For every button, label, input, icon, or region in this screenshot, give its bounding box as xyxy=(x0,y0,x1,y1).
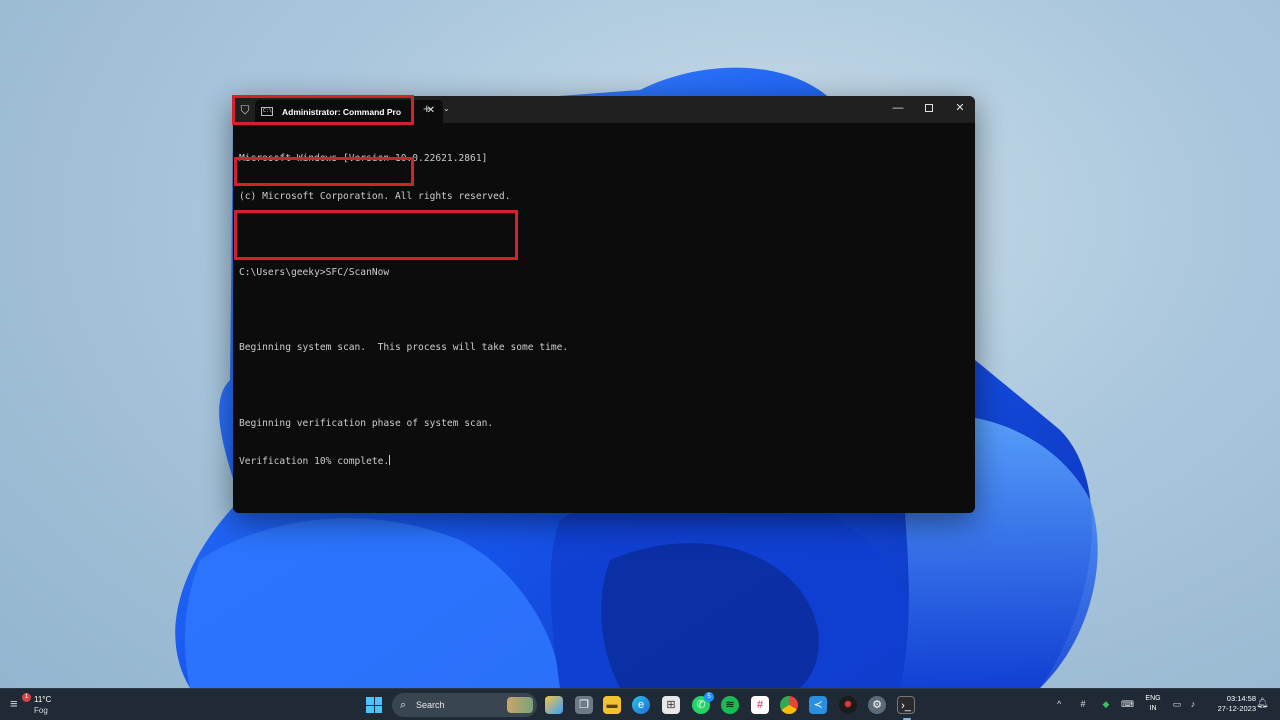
search-icon: ⌕ xyxy=(400,699,407,711)
clock-date: 27-12-2023 xyxy=(1217,704,1256,713)
taskbar: ≡ 1 11°C Fog ⌕ Search ❐ ▬ e ⊞ ✆ 5 ≋ # ≺ ✹… xyxy=(0,688,1280,720)
tab-dropdown-button[interactable]: ⌄ xyxy=(443,103,450,115)
console-line: (c) Microsoft Corporation. All rights re… xyxy=(239,190,511,202)
vscode-icon[interactable]: ≺ xyxy=(809,696,827,714)
terminal-icon[interactable]: ›_ xyxy=(897,696,915,720)
region-code: IN xyxy=(1149,705,1157,712)
store-icon[interactable]: ⊞ xyxy=(662,696,680,714)
minimize-button[interactable]: — xyxy=(891,101,905,115)
volume-icon[interactable]: ♪ xyxy=(1187,698,1199,710)
task-view-icon[interactable]: ❐ xyxy=(575,696,593,714)
chrome-icon[interactable] xyxy=(780,696,798,714)
copilot-icon[interactable] xyxy=(545,696,563,714)
weather-condition: Fog xyxy=(34,706,48,715)
notification-bell-icon[interactable]: 🔔︎ xyxy=(1256,697,1269,711)
spotify-icon[interactable]: ≋ xyxy=(721,696,739,714)
maximize-button[interactable] xyxy=(922,101,936,115)
settings-icon[interactable]: ⚙ xyxy=(868,696,886,714)
highlight-box-verification xyxy=(234,210,518,260)
highlight-box-command xyxy=(234,157,414,186)
console-line: C:\Users\geeky>SFC/ScanNow xyxy=(239,266,390,278)
start-button[interactable] xyxy=(366,697,382,713)
network-icon[interactable]: ▭ xyxy=(1171,698,1183,710)
slack-icon[interactable]: # xyxy=(751,696,769,714)
weather-badge: 1 xyxy=(22,693,31,702)
whatsapp-badge: 5 xyxy=(704,692,714,702)
antivirus-icon[interactable]: ✹ xyxy=(839,696,857,714)
edge-icon[interactable]: e xyxy=(632,696,650,714)
file-explorer-icon[interactable]: ▬ xyxy=(603,696,621,714)
taskbar-search[interactable]: ⌕ Search xyxy=(392,693,537,717)
language-indicator[interactable]: ENG IN xyxy=(1143,694,1163,714)
lang-code: ENG xyxy=(1145,695,1161,702)
maximize-icon xyxy=(925,104,933,112)
weather-temp: 11°C xyxy=(34,695,52,704)
console-line: Verification 10% complete. xyxy=(239,456,390,468)
chevron-up-icon[interactable]: ^ xyxy=(1057,698,1061,710)
search-highlight-image xyxy=(507,697,533,713)
close-window-button[interactable]: ✕ xyxy=(953,101,967,115)
weather-widget[interactable]: ≡ 1 11°C Fog xyxy=(10,693,70,717)
search-label: Search xyxy=(416,700,445,710)
clock-time: 03:14:58 xyxy=(1226,694,1256,703)
new-tab-button[interactable]: + xyxy=(423,102,431,116)
keyboard-icon[interactable]: ⌨ xyxy=(1121,698,1134,710)
console-line: Beginning system scan. This process will… xyxy=(239,342,569,354)
console-line-progress: Verification 10% complete. xyxy=(239,455,969,469)
console-line: Beginning verification phase of system s… xyxy=(239,417,494,429)
text-cursor xyxy=(389,455,391,466)
whatsapp-icon[interactable]: ✆ 5 xyxy=(692,692,714,714)
slack-tray-icon[interactable]: # xyxy=(1077,698,1089,710)
clock[interactable]: 03:14:58 27-12-2023 xyxy=(1204,694,1256,714)
defender-icon[interactable]: ◆ xyxy=(1100,698,1112,710)
highlight-box-tab xyxy=(232,95,414,125)
